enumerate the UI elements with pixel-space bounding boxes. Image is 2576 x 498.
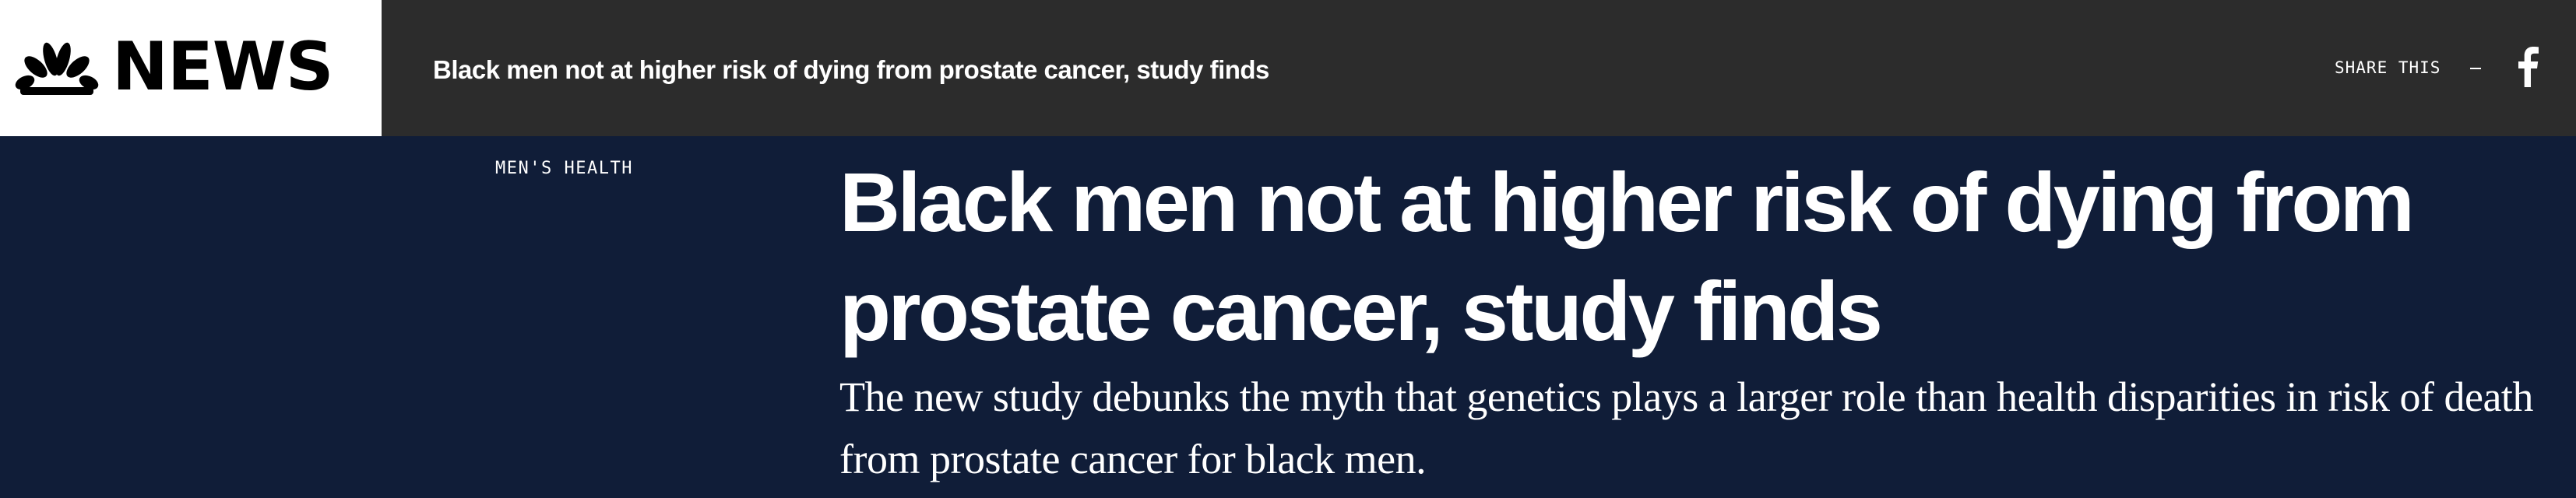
logo-wordmark: NEWS [112, 28, 334, 106]
section-label[interactable]: MEN'S HEALTH [495, 157, 633, 181]
share-label: SHARE THIS [2335, 58, 2441, 77]
article-dek: The new study debunks the myth that gene… [839, 374, 2533, 482]
facebook-icon[interactable] [2517, 47, 2539, 87]
top-navigation-bar: NEWS Black men not at higher risk of dyi… [0, 0, 2576, 136]
share-dash-divider [2470, 68, 2481, 69]
nbc-news-logo[interactable]: NEWS [0, 0, 382, 136]
article-headline: Black men not at higher risk of dying fr… [839, 155, 2415, 358]
nbc-peacock-icon [15, 42, 99, 95]
sticky-headline: Black men not at higher risk of dying fr… [433, 55, 1269, 84]
